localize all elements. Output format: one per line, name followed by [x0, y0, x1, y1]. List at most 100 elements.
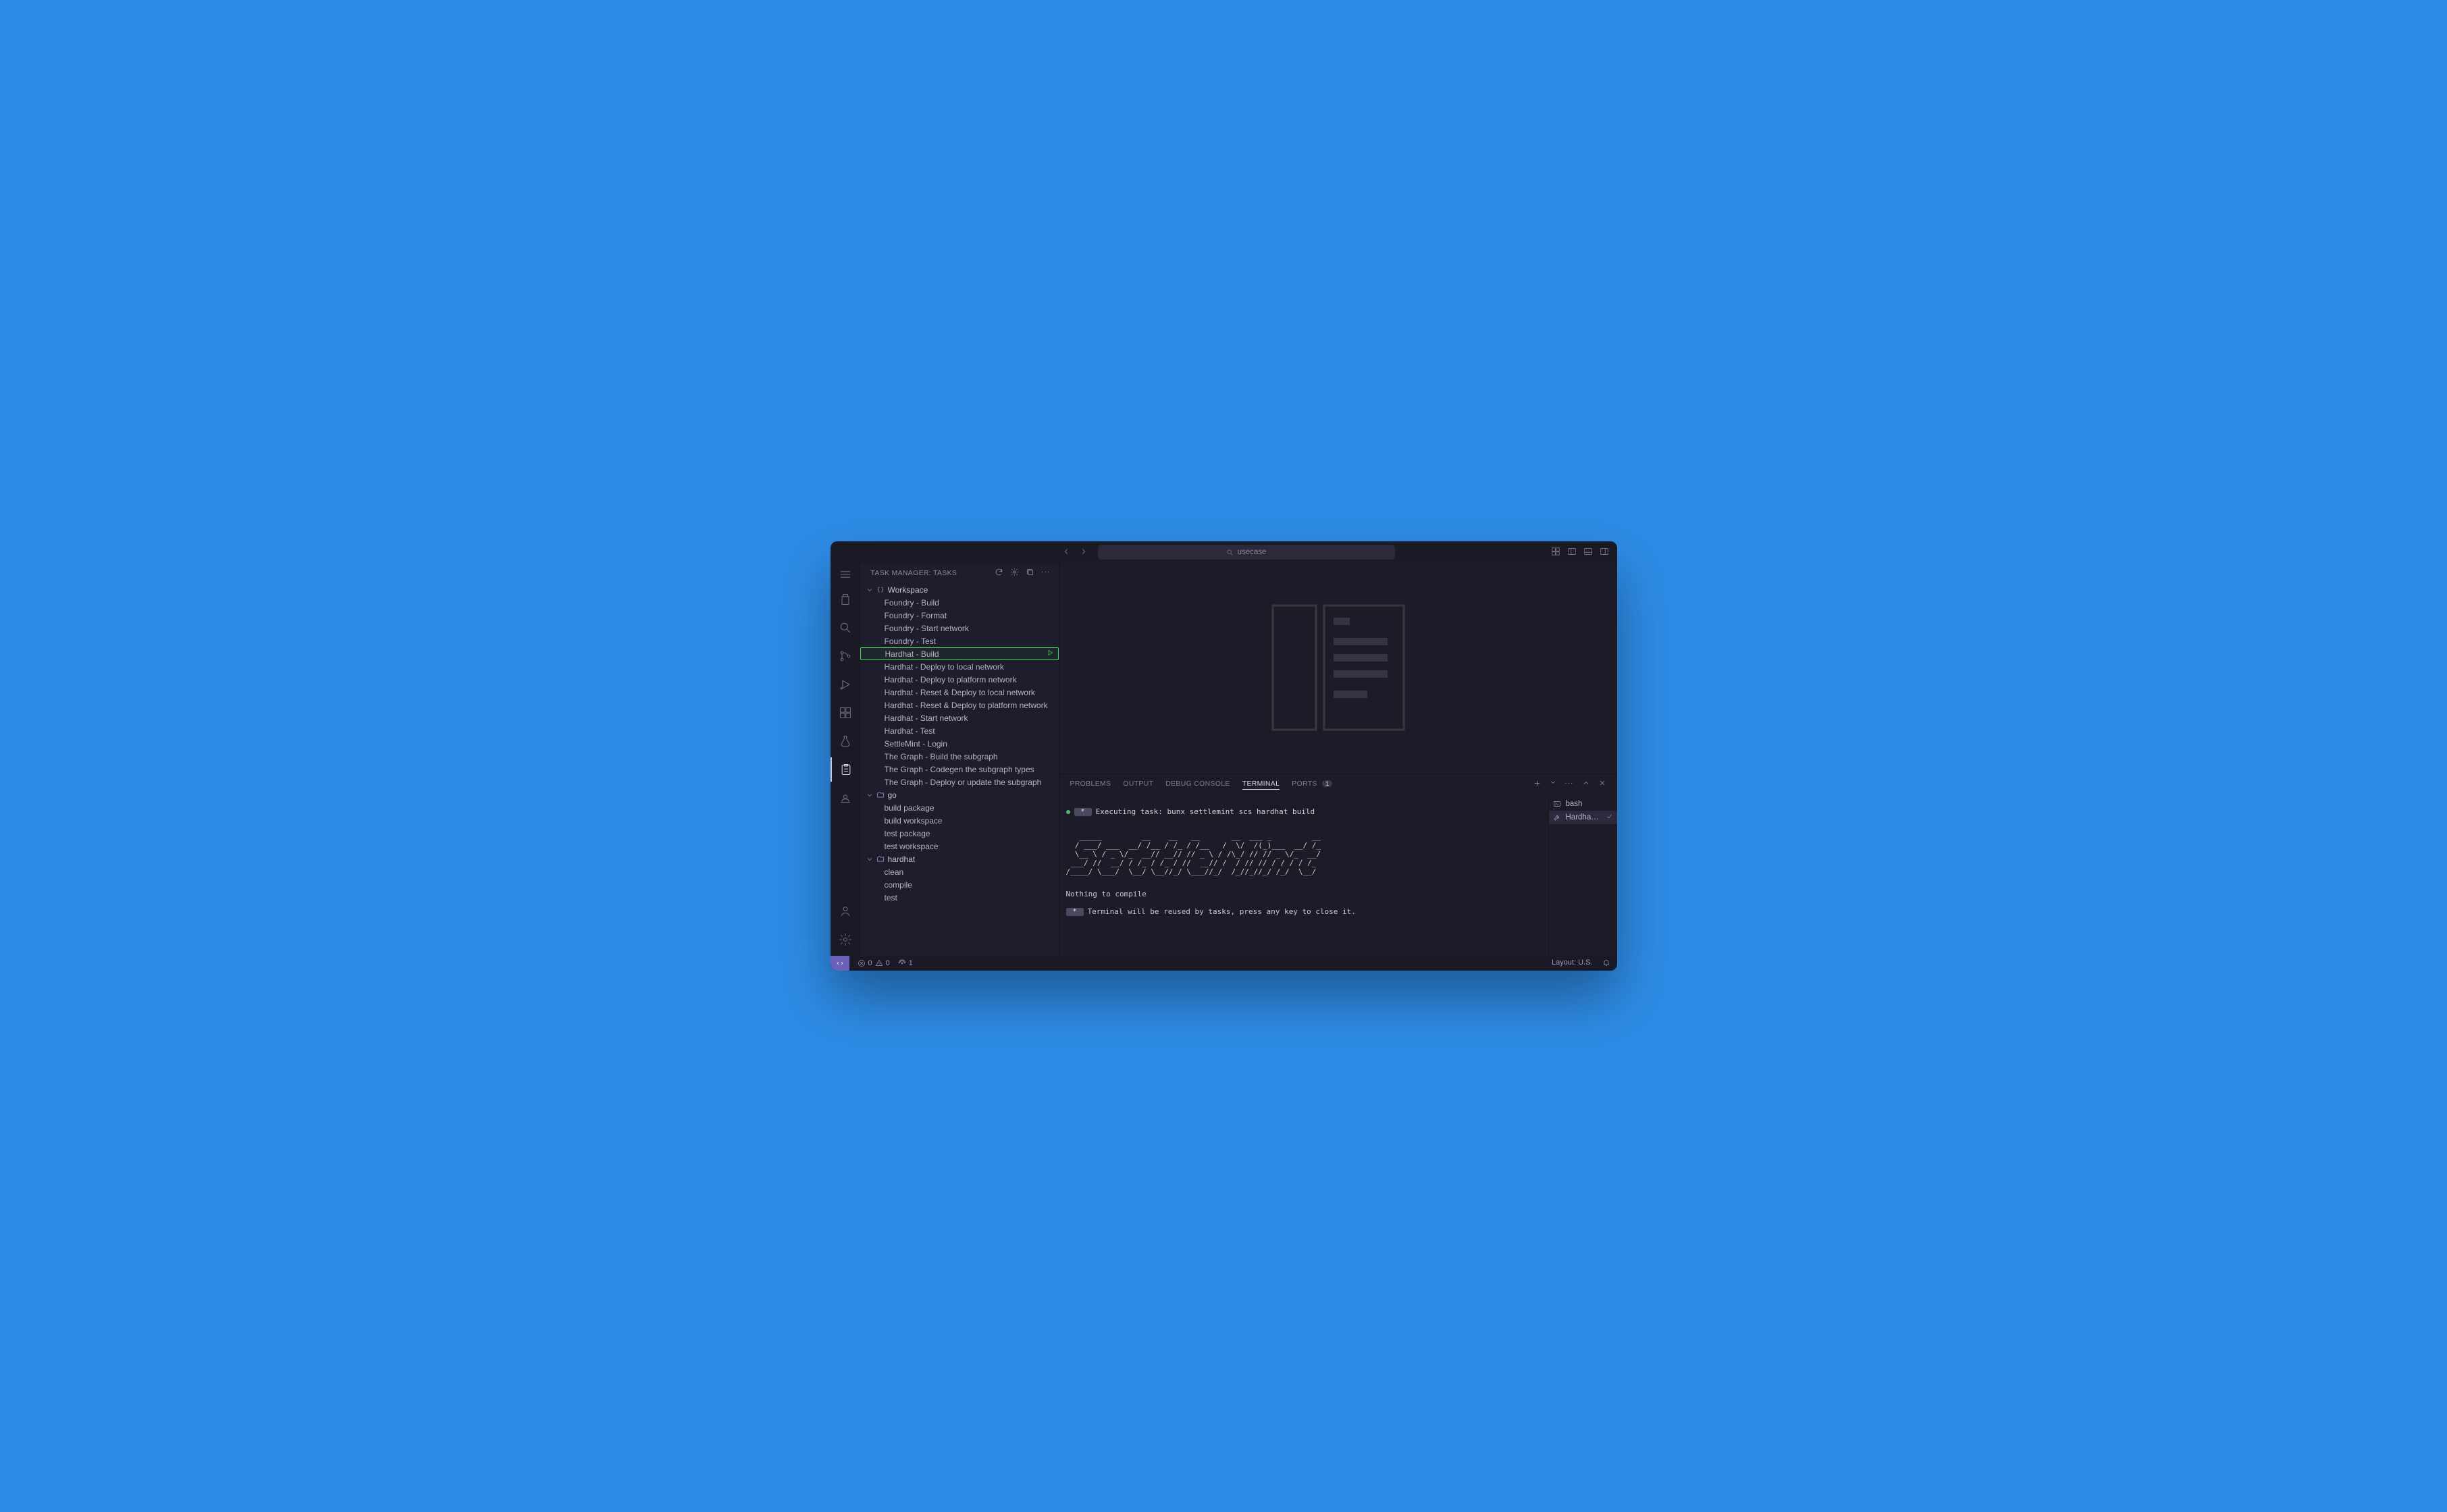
task-item[interactable]: Hardhat - Test: [860, 724, 1059, 737]
task-item[interactable]: Hardhat - Reset & Deploy to platform net…: [860, 699, 1059, 711]
task-item[interactable]: build workspace: [860, 814, 1059, 827]
task-label: Foundry - Build: [885, 598, 939, 608]
task-item[interactable]: build package: [860, 801, 1059, 814]
activity-task-manager[interactable]: [831, 757, 860, 782]
task-item[interactable]: compile: [860, 878, 1059, 891]
tab-debug-console[interactable]: Debug Console: [1165, 780, 1230, 789]
activity-source-control[interactable]: [831, 644, 860, 668]
task-label: test workspace: [885, 842, 939, 851]
wrench-icon: [1553, 813, 1562, 821]
activity-settings[interactable]: [831, 927, 860, 952]
menu-button[interactable]: [831, 566, 860, 583]
task-item[interactable]: Hardhat - Build: [860, 647, 1059, 660]
close-panel-icon[interactable]: [1598, 779, 1606, 790]
activity-genie[interactable]: [831, 786, 860, 810]
task-badge: *: [1074, 808, 1092, 816]
nav-forward-button[interactable]: [1079, 547, 1088, 558]
task-item[interactable]: Hardhat - Reset & Deploy to local networ…: [860, 686, 1059, 699]
app-window: usecase Task M: [831, 541, 1617, 971]
tab-terminal[interactable]: Terminal: [1242, 780, 1280, 790]
task-item[interactable]: Foundry - Start network: [860, 622, 1059, 634]
terminal-output[interactable]: * Executing task: bunx settlemint scs ha…: [1059, 794, 1548, 956]
toggle-panel-icon[interactable]: [1583, 547, 1593, 558]
task-label: SettleMint - Login: [885, 739, 947, 749]
chevron-down-icon: [864, 791, 875, 799]
activity-bar: [831, 563, 860, 956]
terminal-instance[interactable]: bash: [1549, 797, 1617, 811]
status-ports[interactable]: 1: [898, 959, 913, 967]
terminal-list: bashHardha…: [1548, 794, 1617, 956]
tab-problems[interactable]: Problems: [1070, 780, 1111, 789]
nav-back-button[interactable]: [1061, 547, 1071, 558]
task-label: test: [885, 893, 897, 902]
task-label: Hardhat - Build: [885, 649, 939, 659]
task-label: Hardhat - Deploy to local network: [885, 662, 1004, 672]
task-item[interactable]: Foundry - Build: [860, 596, 1059, 609]
terminal-more-icon[interactable]: ···: [1564, 779, 1574, 790]
command-center-search[interactable]: usecase: [1098, 545, 1395, 560]
task-item[interactable]: Foundry - Test: [860, 634, 1059, 647]
task-item[interactable]: Foundry - Format: [860, 609, 1059, 622]
activity-search[interactable]: [831, 616, 860, 640]
toggle-sidebar-icon[interactable]: [1567, 547, 1577, 558]
tab-output[interactable]: Output: [1123, 780, 1153, 789]
task-item[interactable]: SettleMint - Login: [860, 737, 1059, 750]
collapse-all-icon[interactable]: [1026, 568, 1034, 578]
refresh-icon[interactable]: [995, 568, 1003, 578]
task-item[interactable]: Hardhat - Start network: [860, 711, 1059, 724]
task-group[interactable]: hardhat: [860, 853, 1059, 865]
nav-arrows: [1061, 547, 1088, 558]
tab-ports[interactable]: Ports 1: [1292, 780, 1332, 789]
task-label: Foundry - Start network: [885, 624, 969, 633]
search-placeholder: usecase: [1238, 548, 1267, 556]
task-label: compile: [885, 880, 912, 890]
task-item[interactable]: Hardhat - Deploy to platform network: [860, 673, 1059, 686]
ports-badge: 1: [1322, 780, 1332, 787]
run-task-icon[interactable]: [1046, 649, 1054, 659]
check-icon: [1606, 813, 1613, 822]
activity-explorer[interactable]: [831, 587, 860, 612]
task-label: Hardhat - Deploy to platform network: [885, 675, 1017, 684]
chevron-down-icon: [864, 586, 875, 594]
task-item[interactable]: The Graph - Deploy or update the subgrap…: [860, 776, 1059, 788]
terminal-line: Terminal will be reused by tasks, press …: [1088, 907, 1356, 916]
terminal-dropdown-icon[interactable]: [1550, 779, 1556, 790]
task-group[interactable]: Workspace: [860, 583, 1059, 596]
panel-tabs: Problems Output Debug Console Terminal P…: [1059, 774, 1617, 794]
more-icon[interactable]: ···: [1041, 568, 1051, 578]
task-label: The Graph - Build the subgraph: [885, 752, 998, 761]
terminal-instance[interactable]: Hardha…: [1549, 811, 1617, 824]
task-label: clean: [885, 867, 904, 877]
maximize-panel-icon[interactable]: [1582, 779, 1590, 790]
task-item[interactable]: test: [860, 891, 1059, 904]
task-item[interactable]: test workspace: [860, 840, 1059, 853]
status-layout[interactable]: Layout: U.S.: [1552, 959, 1593, 969]
sidebar-header: Task Manager: Tasks ···: [860, 563, 1059, 583]
gear-icon[interactable]: [1010, 568, 1019, 578]
remote-indicator[interactable]: [831, 956, 849, 971]
activity-accounts[interactable]: [831, 899, 860, 923]
task-item[interactable]: test package: [860, 827, 1059, 840]
task-label: Hardhat - Reset & Deploy to platform net…: [885, 701, 1048, 710]
task-item[interactable]: The Graph - Build the subgraph: [860, 750, 1059, 763]
activity-extensions[interactable]: [831, 701, 860, 725]
activity-run-debug[interactable]: [831, 672, 860, 697]
terminal-line: Nothing to compile: [1066, 890, 1547, 898]
task-item[interactable]: Hardhat - Deploy to local network: [860, 660, 1059, 673]
terminal-icon: [1553, 800, 1562, 808]
new-terminal-icon[interactable]: [1533, 779, 1542, 790]
toggle-secondary-sidebar-icon[interactable]: [1600, 547, 1609, 558]
task-label: Foundry - Format: [885, 611, 947, 620]
task-label: Foundry - Test: [885, 637, 936, 646]
layout-customize-icon[interactable]: [1551, 547, 1560, 558]
task-label: build package: [885, 803, 935, 813]
task-item[interactable]: clean: [860, 865, 1059, 878]
task-item[interactable]: The Graph - Codegen the subgraph types: [860, 763, 1059, 776]
task-label: Hardhat - Reset & Deploy to local networ…: [885, 688, 1035, 697]
notifications-icon[interactable]: [1602, 959, 1610, 969]
task-label: Hardhat - Test: [885, 726, 935, 736]
chevron-down-icon: [864, 855, 875, 863]
activity-testing[interactable]: [831, 729, 860, 753]
status-problems[interactable]: 0 0: [858, 959, 890, 967]
task-group[interactable]: go: [860, 788, 1059, 801]
